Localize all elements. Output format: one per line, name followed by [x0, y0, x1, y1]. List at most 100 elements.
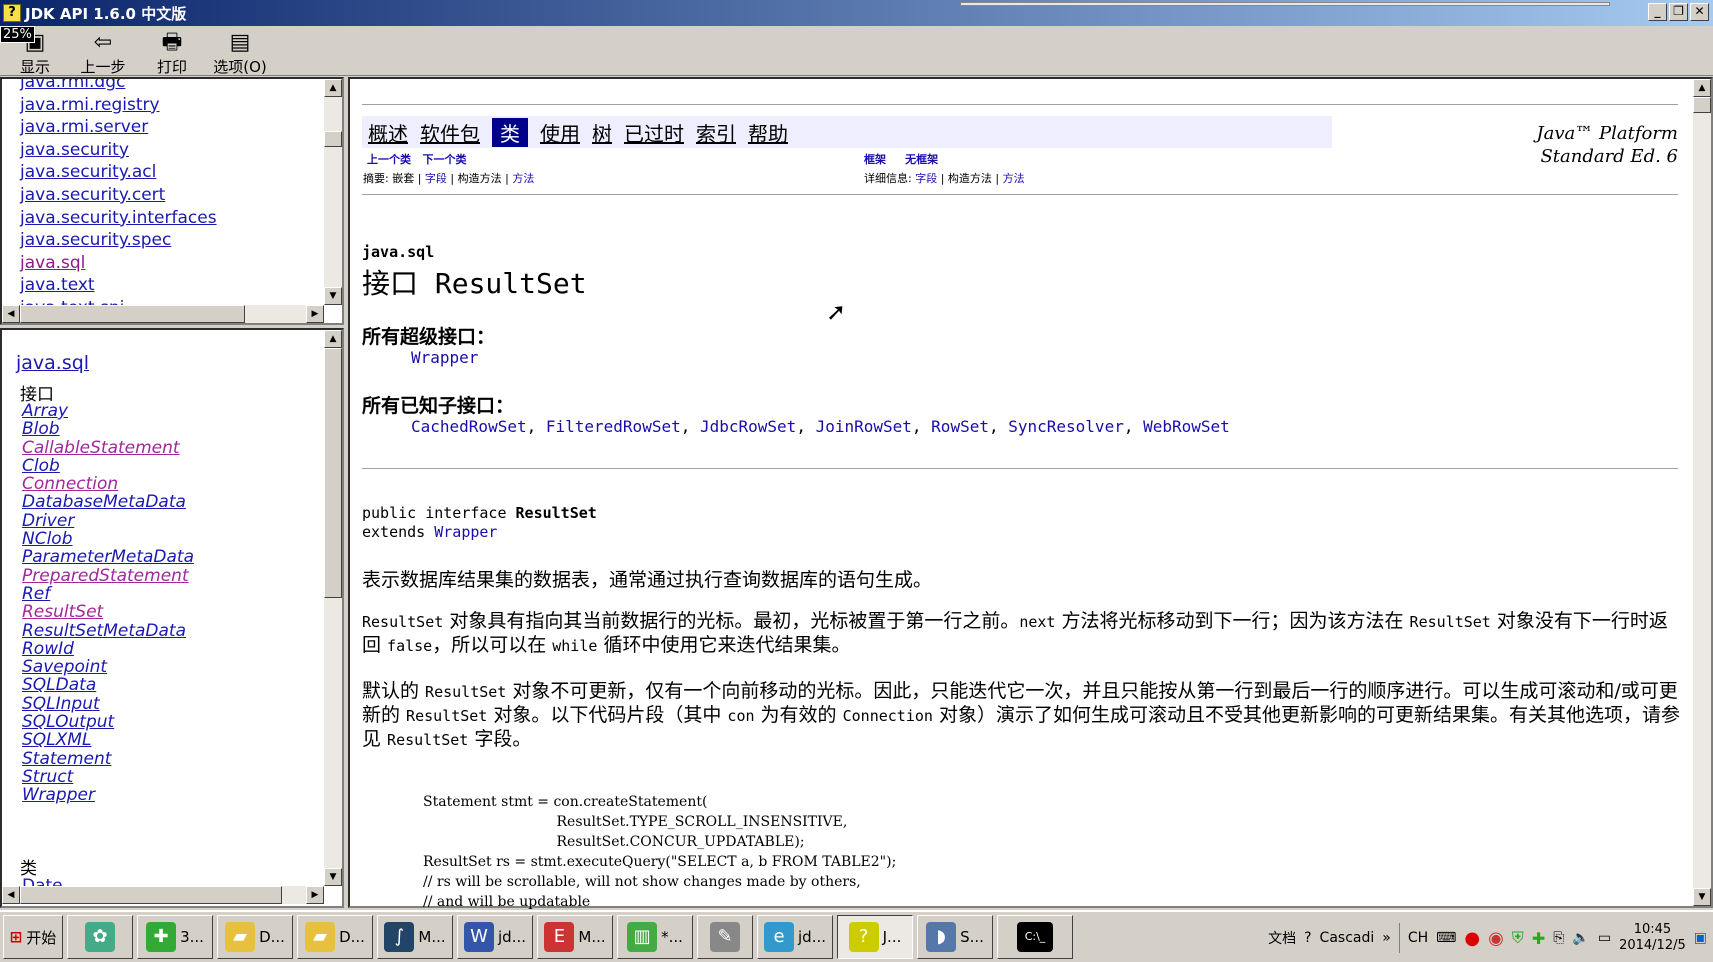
record-icon[interactable]: ● [1464, 928, 1480, 949]
package-list-item[interactable]: java.sql [20, 252, 217, 275]
interface-list-item[interactable]: ParameterMetaData [22, 548, 194, 567]
antivirus-icon[interactable]: ◉ [1488, 928, 1504, 949]
content-vscrollbar[interactable]: ▲ ▼ [1693, 79, 1711, 906]
superinterface-link[interactable]: Wrapper [411, 348, 478, 367]
plus-tray-icon[interactable]: ✚ [1532, 929, 1545, 948]
summary-field-link[interactable]: 字段 [425, 172, 447, 185]
no-frames-link[interactable]: 无框架 [905, 153, 938, 166]
language-indicator[interactable]: CH [1408, 930, 1428, 946]
taskbar-item[interactable]: ▰ D... [297, 915, 373, 959]
prev-class-link[interactable]: 上一个类 [367, 153, 411, 166]
scroll-down-arrow[interactable]: ▼ [1693, 888, 1711, 906]
scroll-left-arrow[interactable]: ◀ [2, 305, 20, 323]
taskbar-item[interactable]: ✎ [697, 915, 753, 959]
detail-field-link[interactable]: 字段 [915, 172, 937, 185]
package-hscrollbar[interactable]: ◀ ▶ [2, 305, 324, 323]
interface-list-item[interactable]: SQLXML [22, 731, 194, 750]
subinterface-link[interactable]: FilteredRowSet [546, 417, 681, 436]
close-button[interactable]: ✕ [1690, 3, 1709, 21]
chevron-icon[interactable]: » [1382, 930, 1391, 946]
package-list-item[interactable]: java.rmi.registry [20, 94, 217, 117]
docs-label[interactable]: 文档 [1268, 928, 1296, 948]
package-list-item[interactable]: java.rmi.dgc [20, 79, 217, 94]
taskbar-item[interactable]: ? J... [837, 915, 913, 959]
interface-list-item[interactable]: Statement [22, 749, 194, 768]
class-vscrollbar[interactable]: ▲ ▼ [324, 330, 342, 886]
package-list-item[interactable]: java.security [20, 139, 217, 162]
start-button[interactable]: ⊞ 开始 [3, 915, 63, 959]
options-button[interactable]: ▤ 选项(O) [210, 30, 270, 77]
nav-overview[interactable]: 概述 [368, 118, 408, 147]
taskbar-item[interactable]: ▰ D... [217, 915, 293, 959]
usb-icon[interactable]: ⎘ [1553, 930, 1564, 946]
quicklaunch-button[interactable]: ✿ [67, 915, 133, 959]
taskbar-item[interactable]: ∫ M... [377, 915, 453, 959]
nav-package[interactable]: 软件包 [420, 118, 480, 147]
interface-list-item[interactable]: PreparedStatement [22, 566, 194, 585]
class-hscrollbar[interactable]: ◀ ▶ [2, 886, 324, 904]
taskbar-item[interactable]: Wjd... [457, 915, 533, 959]
detail-method-link[interactable]: 方法 [1003, 172, 1025, 185]
package-link[interactable]: java.sql [16, 352, 89, 374]
subinterface-link[interactable]: CachedRowSet [411, 417, 527, 436]
subinterface-link[interactable]: JdbcRowSet [700, 417, 796, 436]
interface-list-item[interactable]: Array [22, 402, 194, 421]
package-list-item[interactable]: java.security.acl [20, 161, 217, 184]
interface-list-item[interactable]: DatabaseMetaData [22, 493, 194, 512]
frames-link[interactable]: 框架 [864, 153, 886, 166]
interface-list-item[interactable]: SQLOutput [22, 713, 194, 732]
interface-list-item[interactable]: Blob [22, 420, 194, 439]
interface-list-item[interactable]: Driver [22, 511, 194, 530]
scroll-left-arrow[interactable]: ◀ [2, 886, 20, 904]
package-vscrollbar[interactable]: ▲ ▼ [324, 79, 342, 305]
scroll-thumb[interactable] [324, 348, 342, 598]
interface-list-item[interactable]: SQLInput [22, 694, 194, 713]
scroll-right-arrow[interactable]: ▶ [306, 886, 324, 904]
interface-list-item[interactable]: Savepoint [22, 658, 194, 677]
nav-help[interactable]: 帮助 [748, 118, 788, 147]
minimize-button[interactable]: _ [1648, 3, 1667, 21]
print-button[interactable]: 🖶 打印 [142, 30, 202, 77]
scroll-down-arrow[interactable]: ▼ [324, 287, 342, 305]
taskbar-item[interactable]: C:\_ [997, 915, 1073, 959]
nav-tree[interactable]: 树 [592, 118, 612, 147]
subinterface-link[interactable]: JoinRowSet [816, 417, 912, 436]
package-list-item[interactable]: java.security.interfaces [20, 207, 217, 230]
network-icon[interactable]: ▭ [1598, 930, 1611, 946]
scroll-thumb[interactable] [1693, 97, 1711, 113]
interface-list-item[interactable]: CallableStatement [22, 438, 194, 457]
show-desktop-icon[interactable]: ▣ [1694, 930, 1707, 946]
scroll-thumb[interactable] [20, 886, 282, 904]
cascade-label[interactable]: Cascadi [1320, 930, 1375, 946]
back-button[interactable]: ⇦ 上一步 [73, 30, 133, 77]
interface-list-item[interactable]: Struct [22, 768, 194, 787]
taskbar-item[interactable]: ▥ *... [617, 915, 693, 959]
volume-icon[interactable]: 🔈 [1572, 930, 1589, 946]
interface-list-item[interactable]: Wrapper [22, 786, 194, 805]
restore-button[interactable]: ❐ [1669, 3, 1688, 21]
nav-use[interactable]: 使用 [540, 118, 580, 147]
interface-list-item[interactable]: Ref [22, 585, 194, 604]
interface-list-item[interactable]: Clob [22, 457, 194, 476]
summary-method-link[interactable]: 方法 [512, 172, 534, 185]
nav-deprecated[interactable]: 已过时 [624, 118, 684, 147]
shield-icon[interactable]: ⛨ [1512, 928, 1524, 948]
interface-list-item[interactable]: NClob [22, 530, 194, 549]
scroll-right-arrow[interactable]: ▶ [306, 305, 324, 323]
taskbar-item[interactable]: e jd... [757, 915, 833, 959]
subinterface-link[interactable]: SyncResolver [1008, 417, 1124, 436]
package-list-item[interactable]: java.rmi.server [20, 116, 217, 139]
interface-list-item[interactable]: Connection [22, 475, 194, 494]
interface-list-item[interactable]: RowId [22, 640, 194, 659]
extends-link[interactable]: Wrapper [434, 523, 497, 541]
package-list-item[interactable]: java.security.cert [20, 184, 217, 207]
interface-list-item[interactable]: ResultSetMetaData [22, 621, 194, 640]
scroll-thumb[interactable] [20, 305, 245, 323]
package-list-item[interactable]: java.security.spec [20, 229, 217, 252]
taskbar-item[interactable]: ◗ S... [917, 915, 993, 959]
scroll-up-arrow[interactable]: ▲ [324, 330, 342, 348]
scroll-down-arrow[interactable]: ▼ [324, 868, 342, 886]
subinterface-link[interactable]: WebRowSet [1143, 417, 1230, 436]
scroll-thumb[interactable] [324, 131, 342, 147]
interface-list-item[interactable]: ResultSet [22, 603, 194, 622]
